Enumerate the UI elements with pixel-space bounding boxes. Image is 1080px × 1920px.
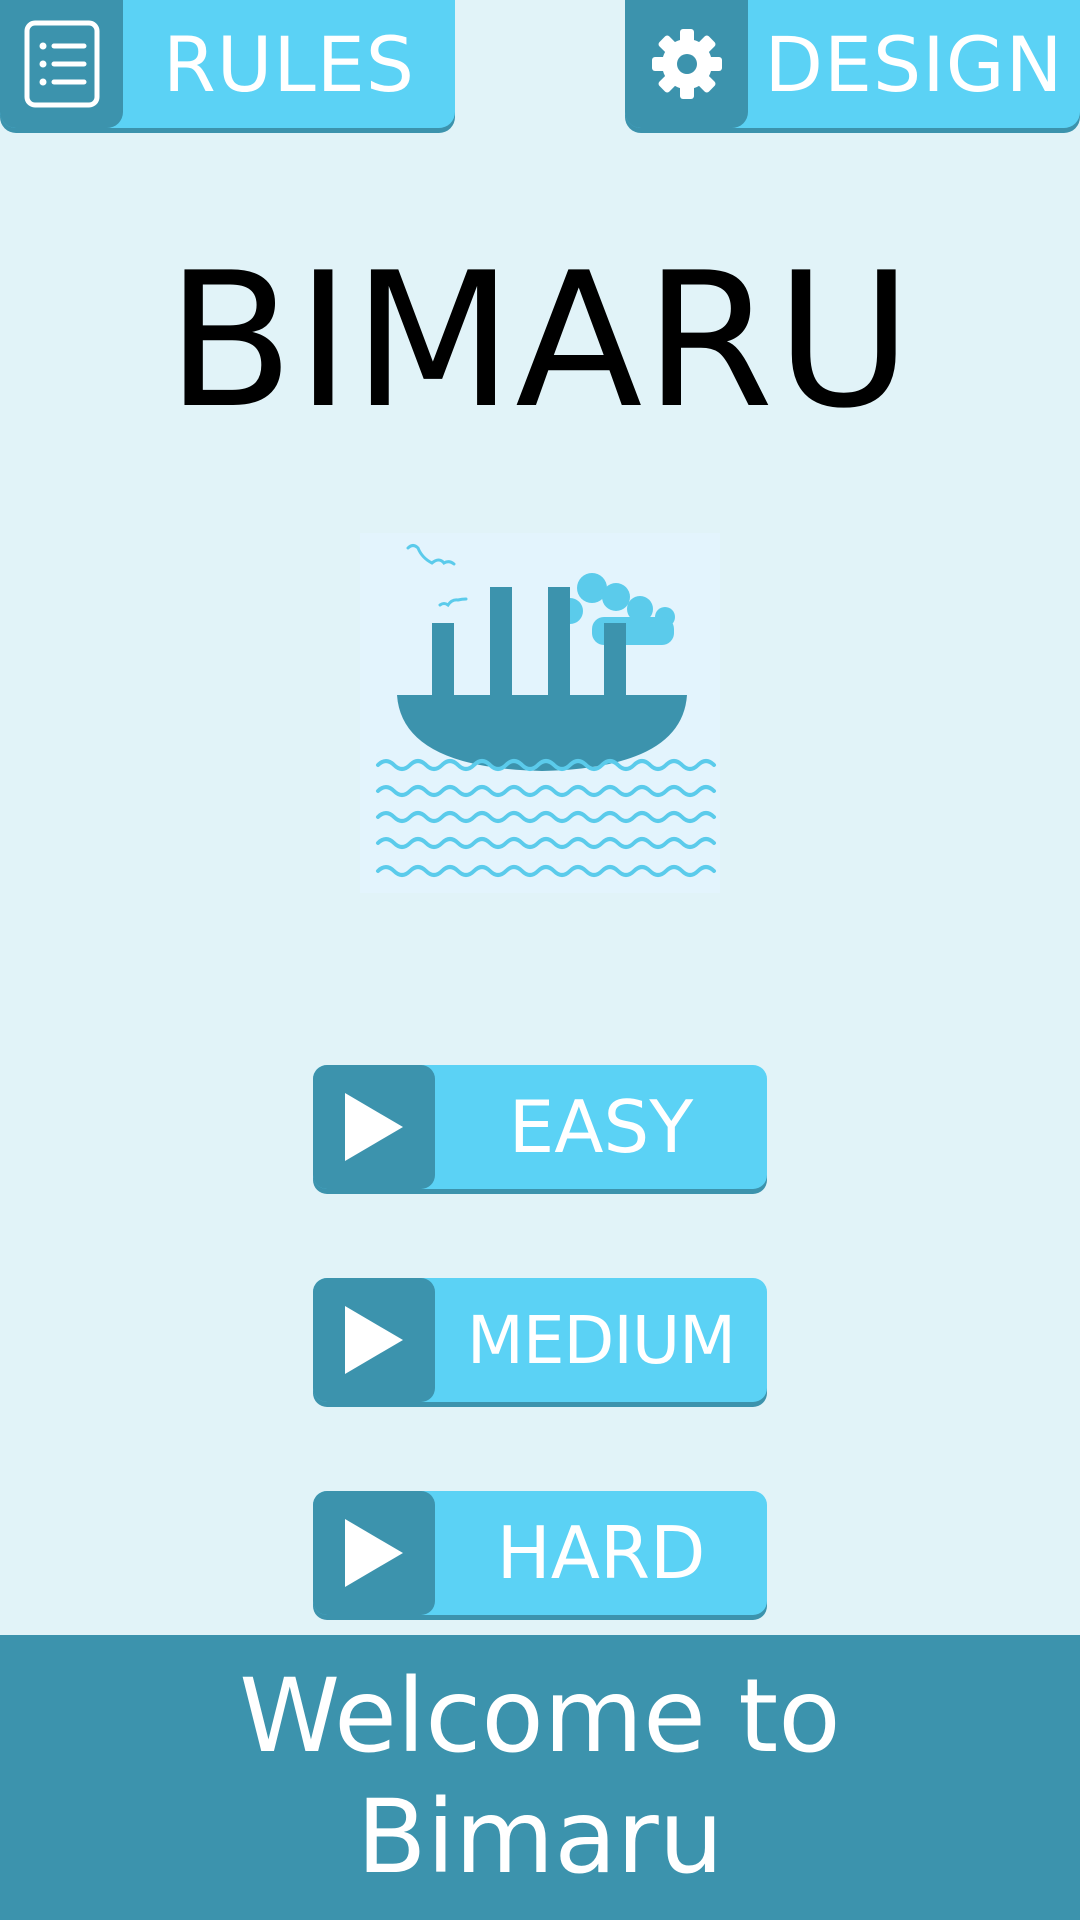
easy-button[interactable]: EASY — [313, 1065, 767, 1189]
easy-label: EASY — [508, 1085, 694, 1169]
rules-button[interactable]: RULES — [0, 0, 455, 128]
gear-icon — [625, 0, 748, 128]
medium-button[interactable]: MEDIUM — [313, 1278, 767, 1402]
list-icon — [0, 0, 123, 128]
welcome-banner: Welcome to Bimaru — [0, 1635, 1080, 1920]
hard-button[interactable]: HARD — [313, 1491, 767, 1615]
medium-label: MEDIUM — [466, 1301, 736, 1379]
welcome-line-2: Bimaru — [356, 1777, 724, 1897]
play-icon — [313, 1278, 435, 1402]
play-icon — [313, 1491, 435, 1615]
design-label: DESIGN — [764, 19, 1064, 109]
play-icon — [313, 1065, 435, 1189]
rules-label: RULES — [162, 19, 416, 109]
hard-label: HARD — [496, 1511, 706, 1595]
design-button[interactable]: DESIGN — [625, 0, 1080, 128]
welcome-line-1: Welcome to — [239, 1657, 841, 1777]
ship-logo — [360, 533, 720, 893]
game-title: BIMARU — [166, 232, 914, 449]
